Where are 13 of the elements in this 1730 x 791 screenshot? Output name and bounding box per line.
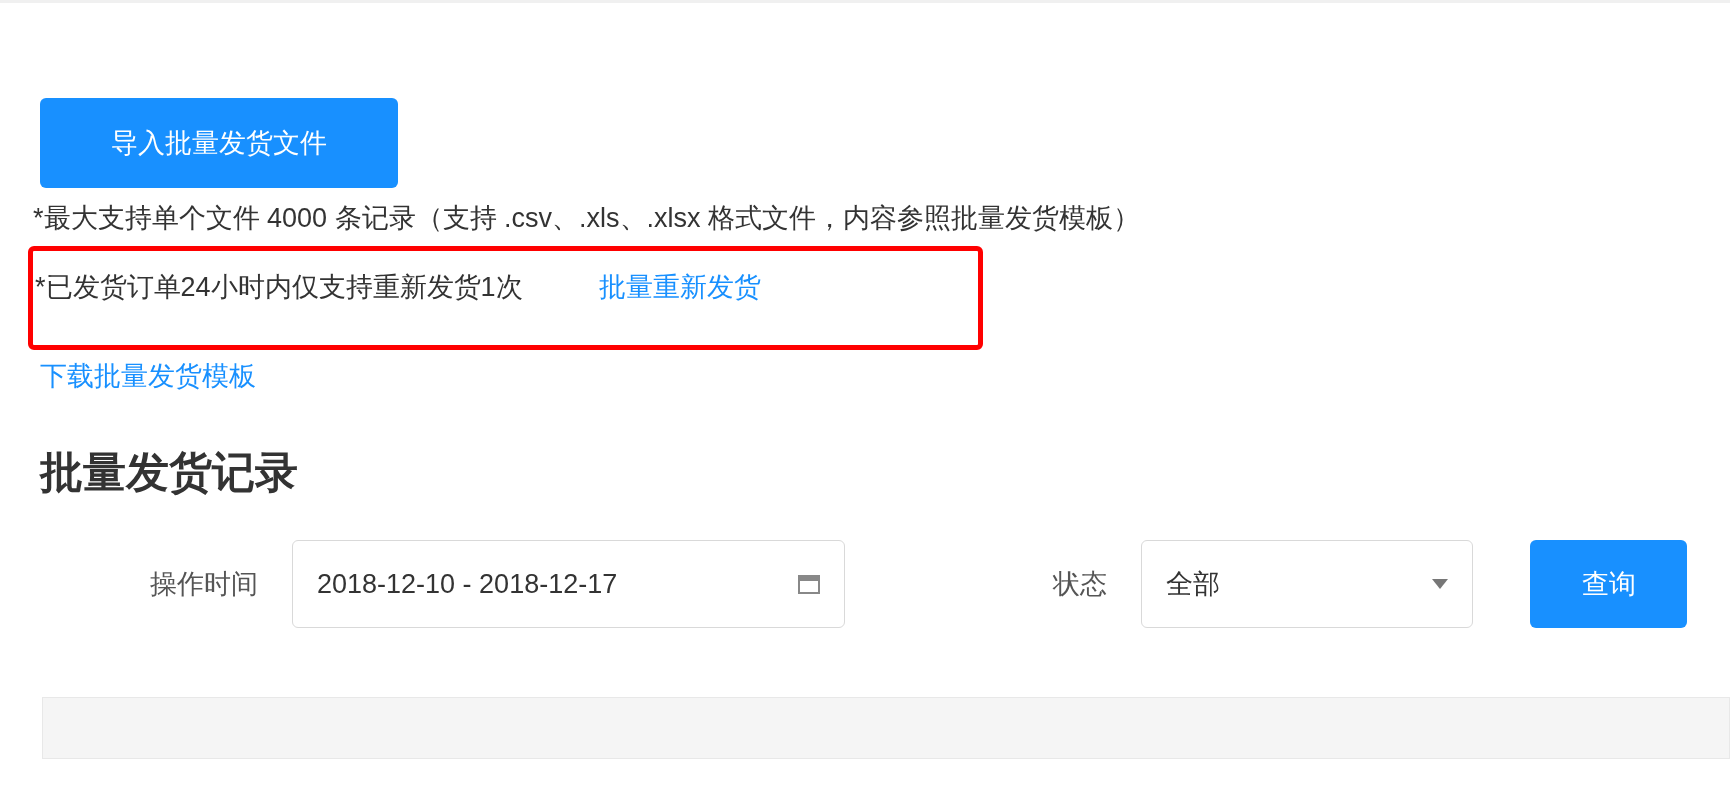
date-range-field[interactable]: 2018-12-10 - 2018-12-17 [292, 540, 845, 628]
date-label: 操作时间 [150, 568, 258, 601]
caret-icon [1432, 579, 1448, 589]
import-button[interactable]: 导入批量发货文件 [40, 98, 398, 188]
status-label: 状态 [1053, 568, 1107, 601]
section-title: 批量发货记录 [40, 447, 298, 498]
calendar-icon [798, 574, 820, 594]
resend-note: *已发货订单24小时内仅支持重新发货1次 [35, 271, 523, 304]
status-select[interactable]: 全部 [1141, 540, 1473, 628]
upload-note: *最大支持单个文件 4000 条记录（支持 .csv、.xls、.xlsx 格式文件，内容参照批量发货模板） [33, 202, 1142, 235]
download-template-link[interactable]: 下载批量发货模板 [40, 358, 256, 394]
query-button[interactable]: 查询 [1530, 540, 1687, 628]
batch-resend-link[interactable]: 批量重新发货 [598, 269, 761, 305]
